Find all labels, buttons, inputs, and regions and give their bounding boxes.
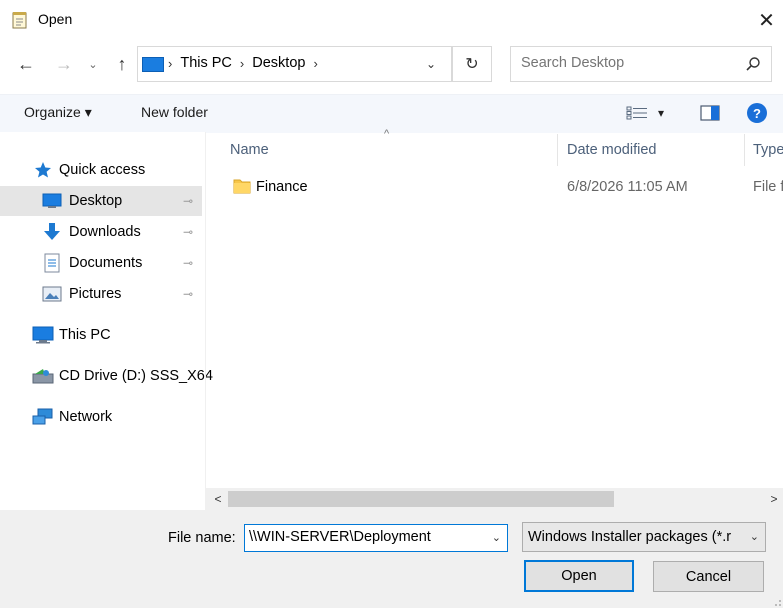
breadcrumb-separator: › — [313, 55, 318, 71]
sidebar-item-downloads[interactable]: Downloads ⊸ — [0, 217, 202, 247]
file-date-modified: 6/8/2026 11:05 AM — [567, 179, 688, 195]
filetype-value: Windows Installer packages (*.r — [528, 529, 732, 545]
breadcrumb: › This PC › Desktop › — [168, 55, 318, 71]
search-box[interactable] — [510, 46, 772, 82]
chevron-down-icon: ⌄ — [88, 58, 98, 71]
preview-pane-button[interactable] — [700, 105, 720, 121]
computer-icon — [32, 326, 54, 344]
chevron-right-icon: > — [770, 492, 778, 506]
scrollbar-thumb[interactable] — [228, 491, 614, 507]
new-folder-button[interactable]: New folder — [141, 104, 208, 120]
close-button[interactable]: ✕ — [750, 4, 783, 36]
sidebar-item-label: Pictures — [69, 286, 122, 302]
scroll-right-button[interactable]: > — [766, 490, 782, 508]
chevron-down-icon[interactable]: ⌄ — [492, 531, 501, 544]
cancel-button[interactable]: Cancel — [653, 561, 764, 592]
scroll-left-button[interactable]: < — [210, 490, 226, 508]
change-view-button[interactable]: ▾ — [626, 103, 676, 123]
resize-grip-icon[interactable] — [770, 594, 782, 606]
up-button[interactable]: ↑ — [108, 50, 136, 78]
sidebar-item-label: Network — [59, 409, 113, 425]
network-icon — [32, 408, 53, 426]
sidebar-item-label: This PC — [59, 327, 111, 343]
arrow-left-icon: ← — [17, 53, 35, 74]
breadcrumb-separator: › — [168, 55, 173, 71]
chevron-left-icon: < — [214, 492, 222, 506]
help-button[interactable]: ? — [747, 103, 767, 123]
address-dropdown-button[interactable]: ⌄ — [410, 46, 452, 82]
arrow-up-icon: ↑ — [117, 53, 127, 74]
arrow-right-icon: → — [55, 53, 73, 74]
close-icon: ✕ — [758, 9, 775, 32]
forward-button[interactable]: → — [50, 50, 78, 78]
column-header-type[interactable]: Type — [753, 142, 783, 158]
pictures-icon — [42, 286, 62, 304]
breadcrumb-separator: › — [239, 55, 245, 71]
sidebar-item-label: CD Drive (D:) SSS_X64 — [59, 368, 213, 384]
refresh-button[interactable]: ↻ — [452, 46, 492, 82]
cd-drive-icon — [32, 368, 54, 386]
sidebar-item-quick-access[interactable]: Quick access — [0, 155, 202, 185]
sidebar-item-label: Quick access — [59, 162, 146, 178]
help-icon: ? — [753, 105, 761, 121]
monitor-icon — [142, 57, 164, 72]
download-icon — [42, 222, 62, 240]
file-name: Finance — [256, 179, 308, 195]
title-bar — [0, 0, 783, 40]
back-button[interactable]: ← — [12, 50, 40, 78]
address-bar[interactable]: › This PC › Desktop › — [137, 46, 452, 82]
folder-icon — [233, 177, 251, 195]
organize-button[interactable]: Organize ▾ — [24, 104, 92, 121]
pin-icon: ⊸ — [183, 194, 194, 208]
sidebar-item-network[interactable]: Network — [0, 402, 202, 432]
chevron-down-icon: ▾ — [658, 106, 665, 120]
breadcrumb-this-pc[interactable]: This PC — [180, 55, 232, 71]
details-view-icon — [626, 106, 647, 120]
pin-icon: ⊸ — [183, 256, 194, 270]
filename-label: File name: — [168, 530, 236, 546]
window-title: Open — [38, 11, 73, 27]
sidebar-item-label: Documents — [69, 255, 143, 271]
navigation-pane: Quick access Desktop ⊸ Downloads ⊸ Docum… — [0, 132, 213, 510]
search-input[interactable] — [521, 55, 731, 71]
file-type: File f — [753, 179, 783, 195]
desktop-icon — [42, 193, 62, 211]
sidebar-item-pictures[interactable]: Pictures ⊸ — [0, 279, 202, 309]
recent-locations-button[interactable]: ⌄ — [84, 50, 102, 78]
sidebar-item-this-pc[interactable]: This PC — [0, 320, 202, 350]
breadcrumb-desktop[interactable]: Desktop — [252, 55, 305, 71]
sidebar-item-label: Desktop — [69, 193, 123, 209]
chevron-down-icon: ⌄ — [425, 57, 437, 71]
column-divider[interactable] — [744, 134, 745, 166]
column-header-name[interactable]: Name — [230, 142, 269, 158]
documents-icon — [44, 253, 64, 273]
refresh-icon: ↻ — [465, 56, 479, 73]
filename-combobox[interactable]: ⌄ — [244, 524, 508, 552]
open-button[interactable]: Open — [524, 560, 634, 592]
column-divider[interactable] — [557, 134, 558, 166]
sidebar-item-documents[interactable]: Documents ⊸ — [0, 248, 202, 278]
pin-icon: ⊸ — [183, 287, 194, 301]
preview-pane-icon — [700, 105, 720, 121]
sort-ascending-icon: ^ — [384, 128, 390, 140]
search-icon[interactable] — [745, 56, 761, 72]
filename-input[interactable] — [249, 529, 479, 545]
chevron-down-icon: ⌄ — [749, 531, 759, 543]
star-icon — [34, 161, 54, 179]
sidebar-item-cd-drive[interactable]: CD Drive (D:) SSS_X64 — [0, 361, 213, 391]
filetype-select[interactable]: Windows Installer packages (*.r ⌄ — [522, 522, 766, 552]
sidebar-item-label: Downloads — [69, 224, 141, 240]
pin-icon: ⊸ — [183, 225, 194, 239]
notepad-icon — [12, 11, 28, 29]
sidebar-item-desktop[interactable]: Desktop ⊸ — [0, 186, 202, 216]
column-header-date-modified[interactable]: Date modified — [567, 142, 656, 158]
